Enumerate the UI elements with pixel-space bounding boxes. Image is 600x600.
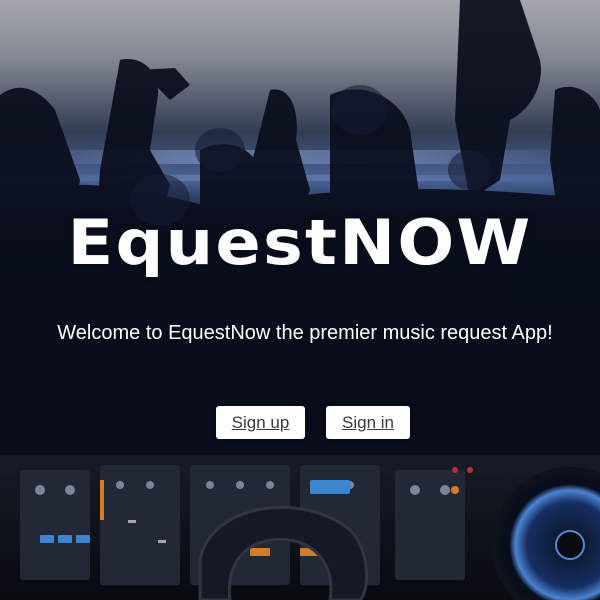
- sign-in-button[interactable]: Sign in: [326, 406, 410, 439]
- landing-page: EquestNOW Welcome to EquestNow the premi…: [0, 0, 600, 600]
- app-logo-wordmark: EquestNOW: [67, 206, 533, 279]
- concert-background-image: [0, 0, 600, 600]
- sign-up-button[interactable]: Sign up: [216, 406, 305, 439]
- welcome-tagline: Welcome to EquestNow the premier music r…: [57, 322, 553, 344]
